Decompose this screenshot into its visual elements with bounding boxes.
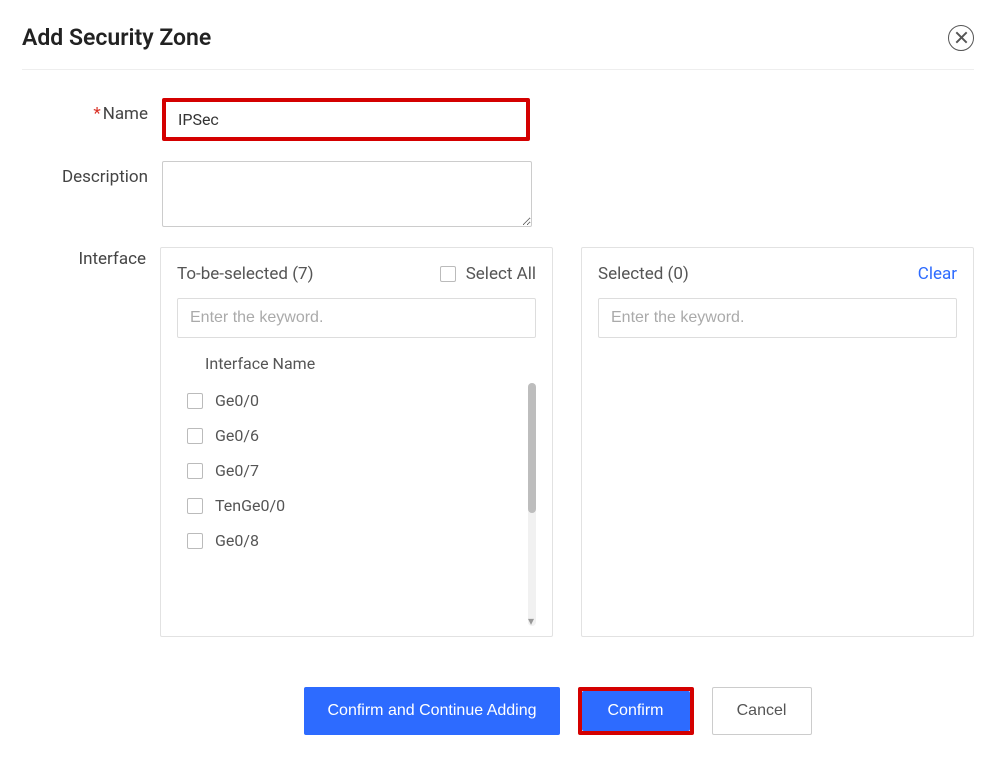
scroll-thumb[interactable]	[528, 383, 536, 513]
label-description: Description	[22, 161, 162, 227]
list-item[interactable]: Ge0/0	[177, 383, 528, 418]
to-select-scrollbar[interactable]	[528, 383, 536, 626]
name-input[interactable]	[166, 102, 526, 137]
scroll-down-icon[interactable]: ▾	[528, 614, 534, 626]
name-highlight-box	[162, 98, 530, 141]
to-select-list: Ge0/0 Ge0/6 Ge0/7 TenGe0/0 Ge0/8	[177, 383, 528, 626]
dialog-header: Add Security Zone	[22, 24, 974, 70]
to-select-column-header: Interface Name	[177, 338, 536, 383]
description-textarea[interactable]	[162, 161, 532, 227]
dialog-footer: Confirm and Continue Adding Confirm Canc…	[22, 657, 974, 765]
selected-panel: Selected (0) Clear	[581, 247, 974, 637]
form-body: *Name Description Interface To-be-select…	[22, 70, 974, 637]
cancel-button[interactable]: Cancel	[712, 687, 812, 735]
confirm-continue-button[interactable]: Confirm and Continue Adding	[304, 687, 559, 735]
item-checkbox[interactable]	[187, 533, 203, 549]
item-checkbox[interactable]	[187, 463, 203, 479]
confirm-highlight-box: Confirm	[578, 687, 694, 735]
item-checkbox[interactable]	[187, 393, 203, 409]
select-all-checkbox[interactable]	[440, 266, 456, 282]
to-select-panel: To-be-selected (7) Select All Interface …	[160, 247, 553, 637]
selected-list	[598, 338, 957, 626]
row-interface: Interface To-be-selected (7) Select All …	[22, 247, 974, 637]
list-item[interactable]: TenGe0/0	[177, 488, 528, 523]
clear-link[interactable]: Clear	[918, 264, 957, 284]
select-all-toggle[interactable]: Select All	[440, 264, 536, 284]
list-item[interactable]: Ge0/6	[177, 418, 528, 453]
confirm-button[interactable]: Confirm	[582, 691, 690, 731]
dialog-title: Add Security Zone	[22, 24, 211, 51]
item-checkbox[interactable]	[187, 498, 203, 514]
close-icon[interactable]	[948, 25, 974, 51]
item-checkbox[interactable]	[187, 428, 203, 444]
selected-heading: Selected (0)	[598, 264, 689, 284]
row-description: Description	[22, 161, 974, 227]
row-name: *Name	[22, 98, 974, 141]
interface-panels: To-be-selected (7) Select All Interface …	[160, 247, 974, 637]
to-select-heading: To-be-selected (7)	[177, 264, 313, 284]
list-item[interactable]: Ge0/8	[177, 523, 528, 558]
list-item[interactable]: Ge0/7	[177, 453, 528, 488]
add-security-zone-dialog: Add Security Zone *Name Description Inte…	[0, 0, 996, 765]
to-select-search-input[interactable]	[177, 298, 536, 338]
label-name: *Name	[22, 98, 162, 141]
select-all-label: Select All	[466, 264, 536, 284]
label-interface: Interface	[22, 247, 160, 637]
selected-search-input[interactable]	[598, 298, 957, 338]
